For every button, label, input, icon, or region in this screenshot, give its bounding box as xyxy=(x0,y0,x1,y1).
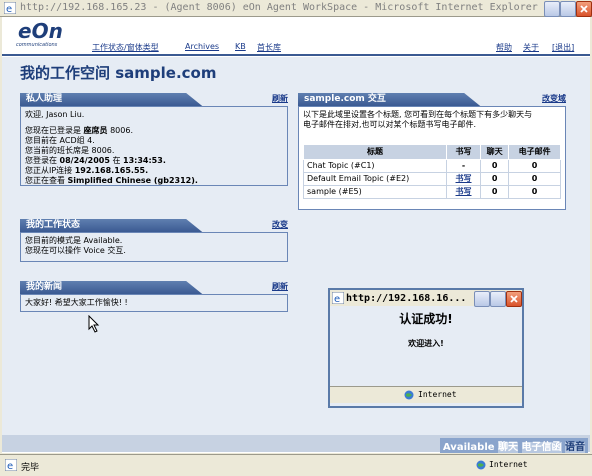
login-time-text: 您登录在 08/24/2005 在 13:34:53. xyxy=(25,156,166,165)
status-text: 完毕 xyxy=(21,463,40,473)
svg-text:e: e xyxy=(7,461,13,471)
page-title: 我的工作空间 sample.com xyxy=(20,64,217,82)
internet-globe-icon xyxy=(404,390,414,400)
popup-close-button[interactable] xyxy=(506,291,522,307)
zone-label: Internet xyxy=(489,460,528,469)
news-panel-title: 我的新闻 xyxy=(20,281,203,294)
assistant-panel-body: 欢迎, Jason Liu. 您现在已登录是 座席员 8006. 您目前在 AC… xyxy=(20,106,288,186)
logout-link[interactable]: [退出] xyxy=(552,42,574,53)
work-status-change-link[interactable]: 改变 xyxy=(272,219,288,230)
popup-maximize-button[interactable] xyxy=(490,291,506,307)
login-role-text: 您现在已登录是 座席员 8006. xyxy=(25,126,133,135)
popup-title-bar: e http://192.168.16... xyxy=(330,290,522,307)
auth-success-popup: e http://192.168.16... 认证成功! 欢迎进入! Inter… xyxy=(328,288,524,408)
close-icon xyxy=(580,5,588,13)
page-done-icon: e xyxy=(5,459,17,471)
popup-message: 欢迎进入! xyxy=(408,339,444,348)
topics-table-header: 标题 书写 聊天 电子邮件 xyxy=(303,144,561,160)
availability-bar: Available 聊天 电子信函 语音 xyxy=(2,435,590,453)
supervisor-text: 您当前的班长席是 8006. xyxy=(25,146,115,155)
browser-status-bar: e 完毕 Internet xyxy=(0,454,592,476)
table-row: sample (#E5) 书写 0 0 xyxy=(303,185,561,199)
mouse-cursor-icon xyxy=(88,315,100,333)
table-row: Chat Topic (#C1) - 0 0 xyxy=(303,159,561,173)
ip-text: 您正从IP连接 192.168.165.55. xyxy=(25,166,149,175)
page-header: eOn communications 工作状态/窗体类型 Archives KB… xyxy=(2,17,590,57)
news-panel-body: 大家好! 希望大家工作愉快! ! xyxy=(20,294,288,312)
internet-explorer-icon: e xyxy=(332,292,344,304)
topics-table: 标题 书写 聊天 电子邮件 Chat Topic (#C1) - 0 0 Def… xyxy=(303,144,561,199)
close-icon xyxy=(510,295,518,303)
eon-logo: eOn communications xyxy=(16,19,63,48)
window-title-bar: e http://192.168.165.23 - (Agent 8006) e… xyxy=(0,0,592,17)
work-status-panel: 我的工作状态 改变 您目前的模式是 Available. 您现在可以操作 Voi… xyxy=(20,219,288,262)
news-message: 大家好! 希望大家工作愉快! ! xyxy=(25,298,128,307)
current-mode-text: 您目前的模式是 Available. xyxy=(25,236,123,245)
interaction-panel: sample.com 交互 改变域 以下是此域里设置各个标题, 您可看到在每个标… xyxy=(298,93,566,210)
language-text: 您正在查看 Simplified Chinese (gb2312). xyxy=(25,176,198,185)
nav-link-work-status[interactable]: 工作状态/窗体类型 xyxy=(92,42,159,53)
minimize-button[interactable] xyxy=(544,1,560,17)
svg-text:e: e xyxy=(334,294,340,304)
popup-zone-label: Internet xyxy=(418,390,457,399)
chat-count-cell: 0 xyxy=(480,172,510,186)
popup-heading: 认证成功! xyxy=(399,312,453,326)
topic-cell: sample (#E5) xyxy=(303,185,447,199)
internet-explorer-icon: e xyxy=(4,2,16,14)
acd-group-text: 您目前在 ACD组 4. xyxy=(25,136,95,145)
status-chat: 聊天 xyxy=(498,442,519,453)
nav-link-kb[interactable]: KB xyxy=(235,42,246,51)
interaction-description-line1: 以下是此域里设置各个标题, 您可看到在每个标题下有多少聊天与 xyxy=(303,110,533,119)
table-row: Default Email Topic (#E2) 书写 0 0 xyxy=(303,172,561,186)
availability-status[interactable]: Available 聊天 电子信函 语音 xyxy=(439,438,588,453)
internet-globe-icon xyxy=(476,460,486,470)
news-refresh-link[interactable]: 刷新 xyxy=(272,281,288,292)
column-header-chat: 聊天 xyxy=(480,144,510,160)
write-email-link[interactable]: 书写 xyxy=(445,172,482,186)
header-divider xyxy=(2,54,590,56)
column-header-email: 电子邮件 xyxy=(508,144,561,160)
status-email: 电子信函 xyxy=(521,442,562,453)
write-cell: - xyxy=(445,159,482,173)
status-voice: 语音 xyxy=(565,442,585,453)
popup-status-bar: Internet xyxy=(330,386,522,403)
assistant-panel-title: 私人助理 xyxy=(20,93,203,106)
interaction-description-line2: 电子邮件在排对,也可以对某个标题书写电子邮件. xyxy=(303,120,477,129)
chat-count-cell: 0 xyxy=(480,159,510,173)
assistant-panel: 私人助理 刷新 欢迎, Jason Liu. 您现在已登录是 座席员 8006.… xyxy=(20,93,288,186)
news-panel: 我的新闻 刷新 大家好! 希望大家工作愉快! ! xyxy=(20,281,288,312)
interaction-panel-title: sample.com 交互 xyxy=(298,93,481,106)
column-header-topic: 标题 xyxy=(303,144,447,160)
assistant-refresh-link[interactable]: 刷新 xyxy=(272,93,288,104)
column-header-write: 书写 xyxy=(445,144,482,160)
interaction-panel-body: 以下是此域里设置各个标题, 您可看到在每个标题下有多少聊天与 电子邮件在排对,也… xyxy=(298,106,566,210)
change-domain-link[interactable]: 改变域 xyxy=(542,93,566,104)
greeting-text: 欢迎, Jason Liu. xyxy=(25,110,85,119)
close-button[interactable] xyxy=(576,1,592,17)
email-count-cell: 0 xyxy=(508,185,561,199)
help-link[interactable]: 帮助 xyxy=(496,42,512,53)
email-count-cell: 0 xyxy=(508,172,561,186)
operable-media-text: 您现在可以操作 Voice 交互. xyxy=(25,246,126,255)
email-count-cell: 0 xyxy=(508,159,561,173)
maximize-button[interactable] xyxy=(560,1,576,17)
write-email-link[interactable]: 书写 xyxy=(445,185,482,199)
status-available: Available xyxy=(442,442,495,453)
nav-link-archives[interactable]: Archives xyxy=(185,42,219,51)
topic-cell: Default Email Topic (#E2) xyxy=(303,172,447,186)
about-link[interactable]: 关于 xyxy=(523,42,539,53)
chat-count-cell: 0 xyxy=(480,185,510,199)
nav-link-library[interactable]: 首长库 xyxy=(257,42,281,53)
popup-minimize-button[interactable] xyxy=(474,291,490,307)
work-status-panel-body: 您目前的模式是 Available. 您现在可以操作 Voice 交互. xyxy=(20,232,288,262)
work-status-panel-title: 我的工作状态 xyxy=(20,219,203,232)
topic-cell: Chat Topic (#C1) xyxy=(303,159,447,173)
window-title: http://192.168.165.23 - (Agent 8006) eOn… xyxy=(20,2,538,13)
svg-text:e: e xyxy=(6,4,12,14)
popup-title: http://192.168.16... xyxy=(346,293,467,304)
